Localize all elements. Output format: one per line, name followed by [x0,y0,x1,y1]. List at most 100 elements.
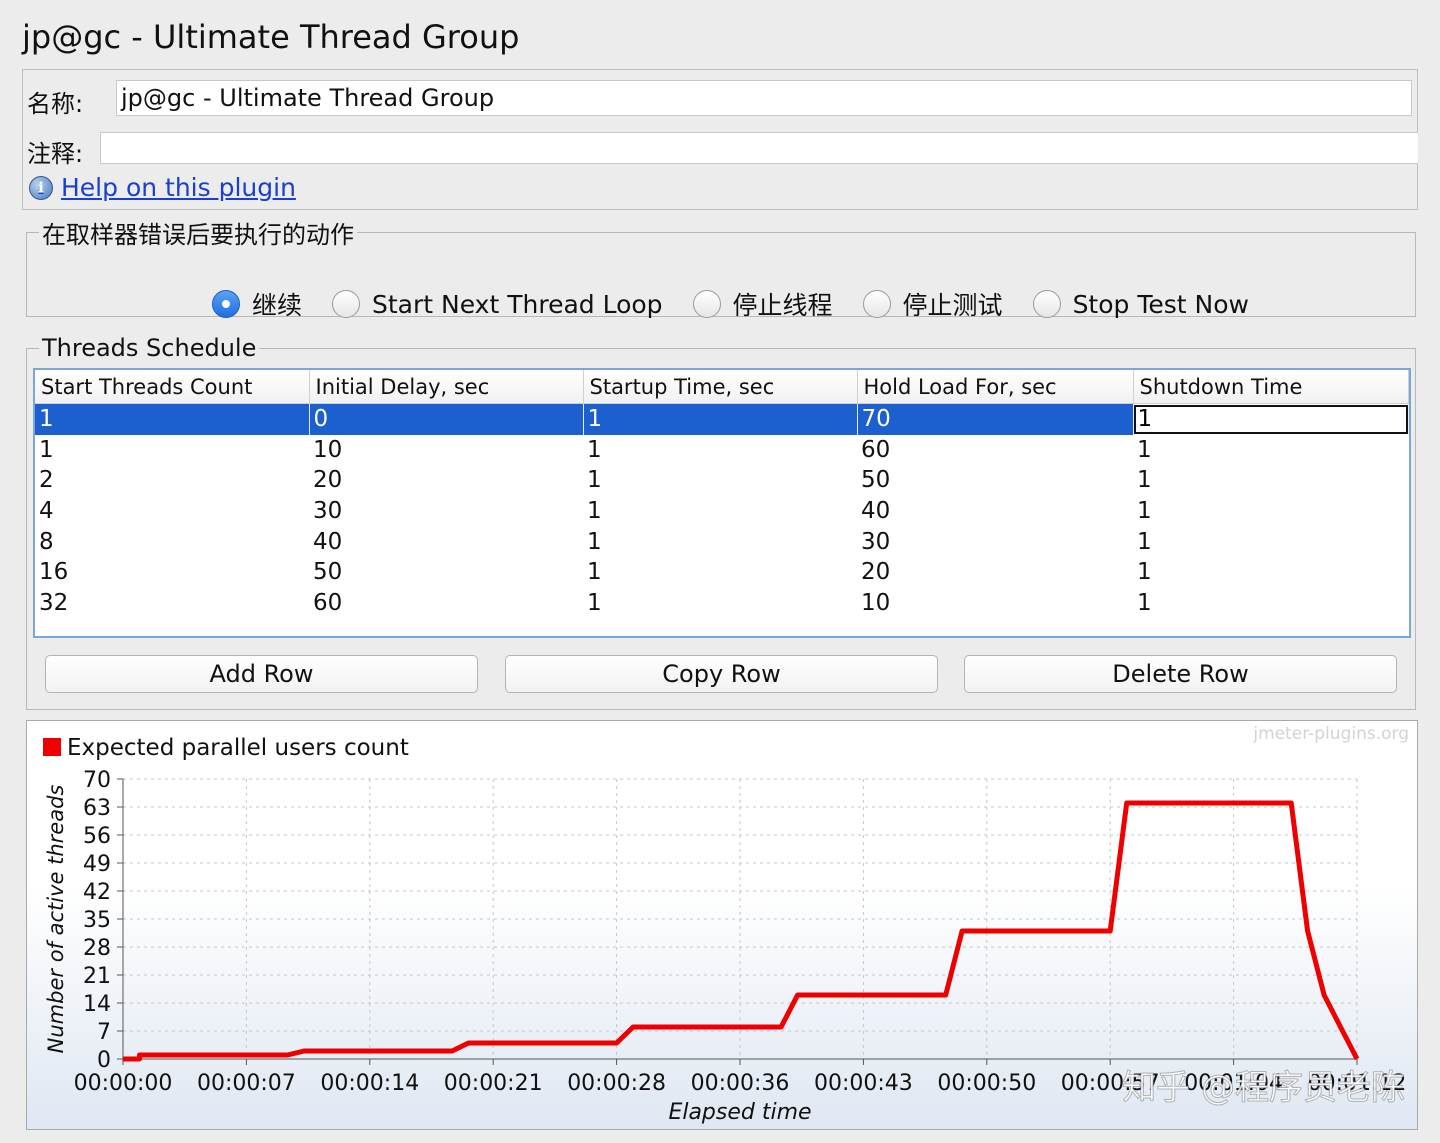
table-cell[interactable]: 1 [583,465,857,496]
delete-row-button[interactable]: Delete Row [964,655,1397,693]
name-label: 名称: [27,90,84,118]
error-action-options: 继续 Start Next Thread Loop 停止线程 停止测试 Stop Tes… [212,286,1279,322]
help-link[interactable]: i Help on this plugin [29,173,296,202]
table-cell[interactable]: 70 [857,403,1134,435]
copy-row-button[interactable]: Copy Row [505,655,938,693]
table-cell[interactable]: 8 [35,526,309,557]
info-panel: 名称: jp@gc - Ultimate Thread Group 注释: i … [22,69,1418,210]
table-cell[interactable]: 40 [857,496,1133,527]
table-cell[interactable]: 1 [583,435,857,466]
help-link-text[interactable]: Help on this plugin [61,173,296,202]
comment-field[interactable] [100,132,1418,164]
column-header[interactable]: Startup Time, sec [583,370,858,404]
table-cell[interactable]: 1 [583,403,858,435]
table-cell[interactable]: 0 [309,403,584,435]
table-row[interactable]: 16 50 1 20 1 [35,557,1409,588]
x-tick-label: 00:00:28 [567,1071,666,1096]
y-tick-label: 28 [83,936,111,961]
table-cell[interactable]: 40 [309,526,583,557]
table-row[interactable]: 4 30 1 40 1 [35,496,1409,527]
y-tick-label: 0 [97,1048,111,1073]
table-cell[interactable]: 1 [1133,465,1409,496]
y-tick-label: 49 [83,852,111,877]
legend-label: Expected parallel users count [67,735,409,761]
error-action-legend: 在取样器错误后要执行的动作 [42,221,354,249]
table-row[interactable]: 32 60 1 10 1 [35,588,1409,619]
y-tick-label: 7 [97,1020,111,1045]
name-field[interactable]: jp@gc - Ultimate Thread Group [116,80,1412,116]
table-cell[interactable]: 1 [35,435,309,466]
table-cell[interactable]: 16 [35,557,309,588]
table-cell[interactable]: 60 [309,588,583,619]
table-cell[interactable]: 10 [857,588,1133,619]
radio-label: Stop Test Now [1072,289,1249,319]
radio-label: 继续 [252,291,303,320]
table-cell[interactable]: 1 [583,557,857,588]
add-row-button[interactable]: Add Row [45,655,478,693]
table-cell[interactable]: 20 [309,465,583,496]
info-icon: i [29,175,53,200]
radio-label: 停止测试 [902,291,1003,320]
schedule-table[interactable]: Start Threads Count Initial Delay, sec Sta… [33,368,1411,638]
radio-indicator[interactable] [332,290,361,318]
error-action-radio-1[interactable]: Start Next Thread Loop [332,290,663,319]
chart-svg: 0 7 14 21 28 35 42 49 56 63 70 00:00:00 00:00:07 00:0… [43,724,1409,1125]
error-action-group: 在取样器错误后要执行的动作 继续 Start Next Thread Loop 停止… [26,215,1416,320]
table-row[interactable]: 1 0 1 70 1 [35,403,1409,435]
page-title: jp@gc - Ultimate Thread Group [22,18,520,56]
radio-label: 停止线程 [732,291,833,320]
x-tick-label: 00:00:36 [691,1071,790,1096]
error-action-radio-0[interactable]: 继续 [212,286,302,322]
table-cell[interactable]: 50 [309,557,583,588]
table-cell[interactable]: 1 [35,403,310,435]
table-cell[interactable]: 1 [583,496,857,527]
table-cell[interactable]: 50 [857,465,1133,496]
x-tick-label: 00:00:43 [814,1071,913,1096]
table-row[interactable]: 2 20 1 50 1 [35,465,1409,496]
comment-label: 注释: [27,140,84,168]
column-header[interactable]: Initial Delay, sec [309,370,584,404]
table-cell[interactable]: 1 [1133,557,1409,588]
table-cell[interactable]: 1 [583,526,857,557]
table-cell[interactable]: 2 [35,465,309,496]
y-tick-label: 21 [83,964,111,989]
x-tick-label: 00:00:00 [74,1071,173,1096]
table-cell[interactable]: 30 [857,526,1133,557]
table-cell[interactable]: 20 [857,557,1133,588]
error-action-radio-3[interactable]: 停止测试 [862,286,1003,322]
x-tick-label: 00:00:21 [444,1071,543,1096]
table-row[interactable]: 8 40 1 30 1 [35,526,1409,557]
radio-indicator[interactable] [1032,290,1061,318]
error-action-radio-2[interactable]: 停止线程 [692,286,833,322]
table-cell[interactable]: 4 [35,496,309,527]
y-tick-label: 63 [83,796,111,821]
series-line-0 [123,800,1360,1062]
table-cell[interactable]: 1 [1133,588,1409,619]
table-row[interactable]: 1 10 1 60 1 [35,435,1409,466]
radio-indicator[interactable] [692,290,721,318]
threads-schedule-legend: Threads Schedule [42,334,257,362]
zhihu-watermark: 知乎 @程序员老陈 [1122,1068,1405,1108]
column-header[interactable]: Shutdown Time [1133,370,1409,404]
y-tick-label: 35 [83,908,111,933]
table-cell[interactable]: 10 [309,435,583,466]
chart-watermark: jmeter-plugins.org [1252,724,1409,744]
users-chart: 0 7 14 21 28 35 42 49 56 63 70 00:00:00 00:00:07 00:0… [26,720,1418,1130]
table-cell[interactable]: 1 [1133,403,1409,435]
table-cell[interactable]: 1 [1133,435,1409,466]
error-action-radio-4[interactable]: Stop Test Now [1032,289,1249,319]
table-cell[interactable]: 1 [583,588,857,619]
x-axis-label: Elapsed time [668,1100,811,1125]
radio-indicator[interactable] [862,290,891,318]
table-cell[interactable]: 30 [309,496,583,527]
table-cell[interactable]: 1 [1133,496,1409,527]
table-cell[interactable]: 32 [35,588,309,619]
x-tick-label: 00:00:14 [320,1071,419,1096]
column-header[interactable]: Hold Load For, sec [857,370,1134,404]
radio-indicator[interactable] [212,290,240,318]
radio-label: Start Next Thread Loop [372,289,663,319]
column-header[interactable]: Start Threads Count [35,370,310,404]
table-cell[interactable]: 60 [857,435,1133,466]
table-cell[interactable]: 1 [1133,526,1409,557]
x-tick-label: 00:00:50 [937,1071,1036,1096]
